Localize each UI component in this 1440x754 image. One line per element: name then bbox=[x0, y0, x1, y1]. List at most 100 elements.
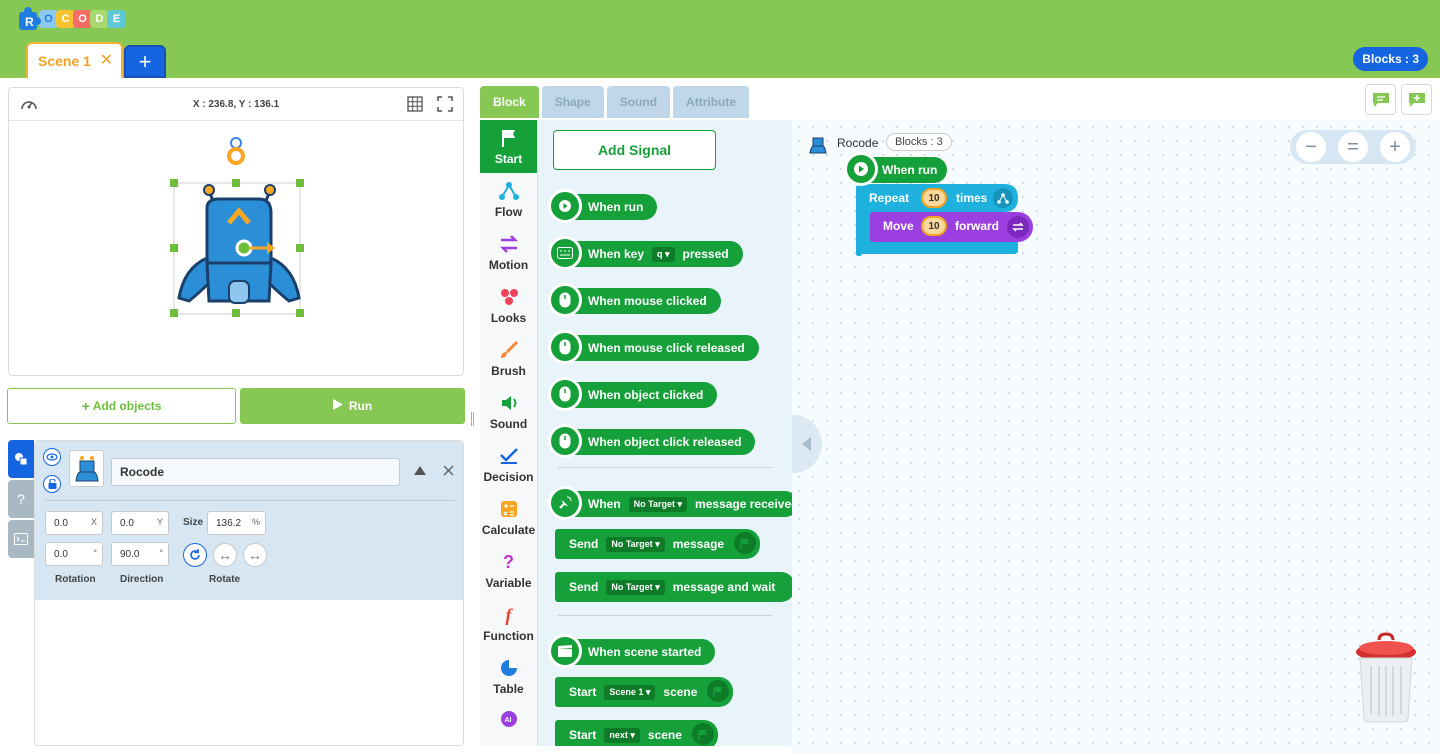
rotate-free-button[interactable] bbox=[183, 543, 207, 567]
target-dropdown[interactable]: No Target ▾ bbox=[606, 579, 665, 595]
category-label: Function bbox=[483, 629, 534, 643]
comment-button[interactable] bbox=[1365, 84, 1396, 115]
size-unit: % bbox=[251, 517, 260, 527]
run-button[interactable]: Run bbox=[240, 388, 465, 424]
panel-resize-handle[interactable] bbox=[471, 412, 474, 426]
category-brush[interactable]: Brush bbox=[480, 332, 537, 385]
category-ai[interactable]: AI AI bbox=[480, 703, 537, 743]
logo-puzzle-icon: R bbox=[17, 6, 41, 32]
block-when-object-click-released[interactable]: When object click released bbox=[548, 424, 756, 458]
visibility-eye-icon[interactable] bbox=[43, 448, 61, 466]
rocode-sprite[interactable] bbox=[159, 133, 309, 323]
category-sound[interactable]: Sound bbox=[480, 385, 537, 438]
no-rotate-arrows-icon: ↔ bbox=[248, 547, 262, 563]
zoom-in-button[interactable]: + bbox=[1380, 132, 1410, 162]
category-function[interactable]: f Function bbox=[480, 597, 537, 650]
degree-unit: ° bbox=[159, 548, 163, 558]
category-calculate[interactable]: Calculate bbox=[480, 491, 537, 544]
rotate-none-button[interactable]: ↔ bbox=[243, 543, 267, 567]
category-decision[interactable]: Decision bbox=[480, 438, 537, 491]
flag-icon bbox=[691, 723, 714, 745]
zoom-out-button[interactable]: − bbox=[1296, 132, 1326, 162]
category-label: Sound bbox=[489, 417, 528, 431]
sprite-name-label: Rocode bbox=[837, 136, 879, 150]
svg-text:R: R bbox=[25, 15, 34, 29]
block-text: scene bbox=[663, 685, 698, 699]
category-start[interactable]: Start bbox=[480, 120, 537, 173]
add-signal-button[interactable]: Add Signal bbox=[553, 130, 716, 170]
block-when-run-script[interactable]: When run bbox=[844, 152, 947, 186]
block-text: message and wait bbox=[672, 580, 776, 594]
tab-attribute[interactable]: Attribute bbox=[673, 86, 750, 118]
block-when-message-received[interactable]: When No Target ▾ message received bbox=[548, 486, 792, 520]
block-send-message[interactable]: Send No Target ▾ message bbox=[555, 529, 761, 559]
block-categories: Start Flow Motion Looks Brush Sound Deci… bbox=[480, 120, 538, 746]
add-comment-button[interactable] bbox=[1401, 84, 1432, 115]
block-text: When object click released bbox=[588, 435, 742, 449]
block-when-run[interactable]: When run bbox=[548, 189, 658, 223]
move-steps-input[interactable]: 10 bbox=[921, 216, 947, 236]
keyboard-icon bbox=[548, 236, 582, 270]
delete-object-close-icon[interactable] bbox=[441, 463, 455, 477]
zoom-reset-button[interactable]: = bbox=[1338, 132, 1368, 162]
category-table[interactable]: Table bbox=[480, 650, 537, 703]
block-start-next-scene[interactable]: Start next ▾ scene bbox=[555, 720, 718, 746]
block-when-scene-started[interactable]: When scene started bbox=[548, 634, 716, 668]
target-value: No Target bbox=[611, 582, 653, 592]
fullscreen-icon[interactable] bbox=[436, 95, 454, 113]
category-label: Start bbox=[494, 152, 523, 166]
block-move-forward[interactable]: Move 10 forward bbox=[870, 212, 1033, 242]
flag-icon bbox=[500, 127, 518, 149]
category-looks[interactable]: Looks bbox=[480, 279, 537, 332]
close-icon[interactable]: ✕ bbox=[100, 50, 113, 70]
trash-can-icon[interactable] bbox=[1355, 632, 1417, 724]
block-when-mouse-clicked[interactable]: When mouse clicked bbox=[548, 283, 721, 317]
tab-sound[interactable]: Sound bbox=[606, 86, 671, 118]
horizontal-arrows-icon: ↔ bbox=[218, 547, 232, 563]
motion-arrows-icon bbox=[499, 233, 519, 255]
add-objects-button[interactable]: + Add objects bbox=[7, 388, 236, 424]
tab-objects[interactable] bbox=[8, 440, 34, 478]
block-when-mouse-click-released[interactable]: When mouse click released bbox=[548, 330, 759, 364]
x-position-input[interactable]: 0.0 X bbox=[45, 511, 103, 535]
looks-icon bbox=[499, 286, 519, 308]
target-dropdown[interactable]: No Target ▾ bbox=[628, 496, 688, 512]
collapse-up-icon[interactable] bbox=[413, 463, 427, 477]
target-dropdown[interactable]: No Target ▾ bbox=[606, 536, 665, 552]
rotation-input[interactable]: 0.0 ° bbox=[45, 542, 103, 566]
lock-icon[interactable] bbox=[43, 475, 61, 493]
key-dropdown[interactable]: q ▾ bbox=[652, 246, 675, 262]
tab-shape[interactable]: Shape bbox=[541, 86, 604, 118]
repeat-count-input[interactable]: 10 bbox=[921, 188, 947, 208]
stage-panel: X : 236.8, Y : 136.1 bbox=[8, 87, 464, 376]
scene-dropdown[interactable]: Scene 1 ▾ bbox=[604, 684, 656, 700]
add-scene-button[interactable]: + bbox=[124, 45, 166, 78]
script-workspace[interactable]: Rocode Blocks : 3 Repeat 10 times Move 1… bbox=[792, 120, 1440, 754]
category-motion[interactable]: Motion bbox=[480, 226, 537, 279]
block-send-message-and-wait[interactable]: Send No Target ▾ message and wait bbox=[555, 572, 792, 602]
y-position-input[interactable]: 0.0 Y bbox=[111, 511, 169, 535]
scene-dropdown[interactable]: next ▾ bbox=[604, 727, 640, 743]
comment-icon bbox=[1372, 92, 1389, 107]
object-name-input[interactable]: Rocode bbox=[111, 458, 400, 486]
tab-console[interactable] bbox=[8, 520, 34, 558]
category-variable[interactable]: ? Variable bbox=[480, 544, 537, 597]
scene-tab-label: Scene 1 bbox=[38, 53, 91, 69]
tab-scene-1[interactable]: Scene 1 ✕ bbox=[26, 42, 123, 78]
mouse-icon bbox=[548, 424, 582, 458]
direction-input[interactable]: 90.0 ° bbox=[111, 542, 169, 566]
block-text: When scene started bbox=[588, 645, 702, 659]
block-text: message received bbox=[695, 497, 792, 511]
size-input[interactable]: 136.2% bbox=[207, 511, 266, 535]
grid-icon[interactable] bbox=[406, 95, 424, 113]
stage-coordinates: X : 236.8, Y : 136.1 bbox=[192, 99, 280, 110]
tab-help[interactable]: ? bbox=[8, 480, 34, 518]
block-when-object-clicked[interactable]: When object clicked bbox=[548, 377, 718, 411]
block-text: scene bbox=[647, 728, 682, 742]
block-palette: Add Signal When run When key q ▾ pressed… bbox=[538, 120, 792, 746]
block-start-scene[interactable]: Start Scene 1 ▾ scene bbox=[555, 677, 734, 707]
rotate-horizontal-button[interactable]: ↔ bbox=[213, 543, 237, 567]
tab-block[interactable]: Block bbox=[480, 86, 539, 118]
block-when-key-pressed[interactable]: When key q ▾ pressed bbox=[548, 236, 743, 270]
category-flow[interactable]: Flow bbox=[480, 173, 537, 226]
